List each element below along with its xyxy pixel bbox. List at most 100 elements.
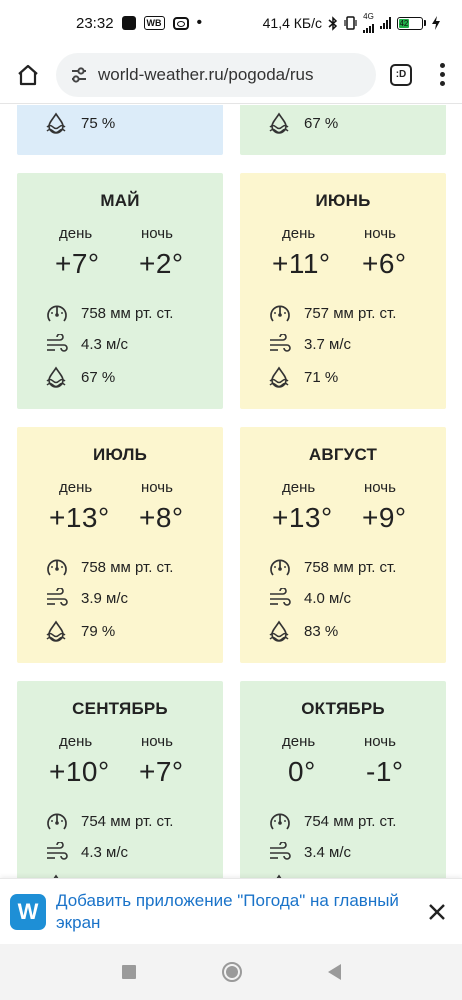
month-title: ИЮНЬ (315, 191, 371, 210)
month-title: ИЮЛЬ (92, 445, 148, 464)
day-temperature: +11° (272, 248, 331, 279)
night-label: ночь (141, 479, 173, 496)
night-temperature: +6° (362, 248, 407, 279)
day-label: день (282, 479, 316, 496)
day-label: день (59, 733, 93, 750)
site-settings-icon[interactable] (70, 66, 88, 84)
close-button[interactable] (422, 897, 452, 927)
pressure-row: 758 мм рт. ст. (45, 556, 173, 578)
humidity-row: 71 % (268, 366, 338, 388)
wind-icon (270, 334, 291, 352)
gauge-icon (270, 559, 290, 576)
night-label: ночь (364, 225, 396, 242)
close-icon (429, 903, 445, 920)
humidity-value: 67 % (81, 368, 116, 386)
month-card-july[interactable]: ИЮЛЬ день ночь +13° +8° 758 мм рт. ст. 3… (17, 427, 223, 663)
network-type: 4G (363, 12, 374, 21)
wind-row: 3.7 м/с (268, 334, 351, 354)
net-speed: 41,4 КБ/с (262, 15, 322, 31)
day-temperature: +13° (49, 502, 110, 533)
charging-icon (432, 16, 440, 30)
gauge-icon (270, 305, 290, 322)
month-card: 75 % (17, 105, 223, 155)
gauge-icon (47, 813, 67, 830)
screen-record-icon (172, 16, 189, 30)
month-title: МАЙ (100, 191, 140, 210)
gauge-icon (47, 305, 67, 322)
pressure-value: 754 мм рт. ст. (81, 812, 174, 830)
pressure-value: 758 мм рт. ст. (81, 304, 174, 322)
month-card-august[interactable]: АВГУСТ день ночь +13° +9° 758 мм рт. ст.… (240, 427, 446, 663)
night-label: ночь (141, 225, 173, 242)
wind-icon (270, 842, 291, 860)
climate-cards-viewport[interactable]: 75 % 67 % МАЙ день ночь +7° +2° 758 мм р… (0, 105, 462, 878)
wind-row: 3.9 м/с (45, 588, 128, 608)
wind-value: 3.7 м/с (304, 335, 351, 353)
pressure-value: 754 мм рт. ст. (304, 812, 397, 830)
day-temperature: +13° (272, 502, 333, 533)
humidity-value: 75 % (81, 114, 116, 132)
night-label: ночь (141, 733, 173, 750)
status-time: 23:32 (76, 14, 114, 32)
humidity-value: 83 % (304, 622, 339, 640)
wind-icon (270, 588, 291, 606)
wind-value: 4.0 м/с (304, 589, 351, 607)
pressure-value: 757 мм рт. ст. (304, 304, 397, 322)
wind-value: 4.3 м/с (81, 335, 128, 353)
wind-row: 4.3 м/с (45, 842, 128, 862)
notification-app-icon (121, 16, 136, 30)
gauge-icon (270, 813, 290, 830)
tab-switcher-button[interactable]: :D (390, 63, 412, 86)
wind-row: 4.3 м/с (45, 334, 128, 354)
pressure-row: 754 мм рт. ст. (45, 810, 173, 832)
day-label: день (59, 225, 93, 242)
month-card-october[interactable]: ОКТЯБРЬ день ночь 0° -1° 754 мм рт. ст. … (240, 681, 446, 878)
humidity-row: 67 % (268, 112, 338, 134)
month-title: СЕНТЯБРЬ (72, 699, 168, 718)
add-to-home-banner[interactable]: W Добавить приложение "Погода" на главны… (0, 878, 462, 944)
more-notifications-dot: • (196, 14, 203, 31)
home-button[interactable] (10, 57, 46, 93)
day-label: день (59, 479, 93, 496)
pressure-value: 758 мм рт. ст. (304, 558, 397, 576)
night-temperature: +7° (139, 756, 184, 787)
gauge-icon (47, 559, 67, 576)
status-bar: 23:32 WB • 41,4 КБ/с 4G 42 (0, 0, 462, 46)
add-to-home-text[interactable]: Добавить приложение "Погода" на главный … (56, 890, 416, 934)
humidity-row: 67 % (45, 366, 115, 388)
wb-app-icon: WB (143, 16, 165, 30)
url-text: world-weather.ru/pogoda/rus (98, 64, 314, 84)
pressure-row: 757 мм рт. ст. (268, 302, 396, 324)
weather-app-logo: W (10, 893, 46, 930)
humidity-value: 79 % (81, 622, 116, 640)
night-temperature: +2° (139, 248, 184, 279)
humidity-icon (269, 366, 289, 388)
month-card-may[interactable]: МАЙ день ночь +7° +2° 758 мм рт. ст. 4.3… (17, 173, 223, 409)
address-bar[interactable]: world-weather.ru/pogoda/rus (56, 52, 376, 97)
back-button[interactable] (327, 964, 341, 980)
humidity-icon (269, 620, 289, 642)
wind-row: 4.0 м/с (268, 588, 351, 608)
humidity-icon (46, 112, 66, 134)
vibrate-icon (344, 16, 357, 30)
system-navigation-bar (0, 944, 462, 1000)
month-card-june[interactable]: ИЮНЬ день ночь +11° +6° 757 мм рт. ст. 3… (240, 173, 446, 409)
battery-level: 42 (399, 18, 409, 28)
recent-apps-button[interactable] (121, 965, 136, 979)
month-title: ОКТЯБРЬ (301, 699, 385, 718)
month-card-september[interactable]: СЕНТЯБРЬ день ночь +10° +7° 754 мм рт. с… (17, 681, 223, 878)
wind-icon (47, 334, 68, 352)
pressure-row: 758 мм рт. ст. (268, 556, 396, 578)
day-temperature: +10° (49, 756, 110, 787)
humidity-icon (269, 112, 289, 134)
humidity-value: 71 % (304, 368, 339, 386)
more-vert-icon[interactable] (432, 63, 452, 86)
bluetooth-icon (328, 15, 338, 31)
home-icon (18, 64, 38, 85)
day-temperature: +7° (55, 248, 100, 279)
pressure-row: 754 мм рт. ст. (268, 810, 396, 832)
day-temperature: 0° (288, 756, 316, 787)
home-nav-button[interactable] (221, 962, 242, 982)
humidity-row: 79 % (45, 620, 115, 642)
month-title: АВГУСТ (308, 445, 378, 464)
